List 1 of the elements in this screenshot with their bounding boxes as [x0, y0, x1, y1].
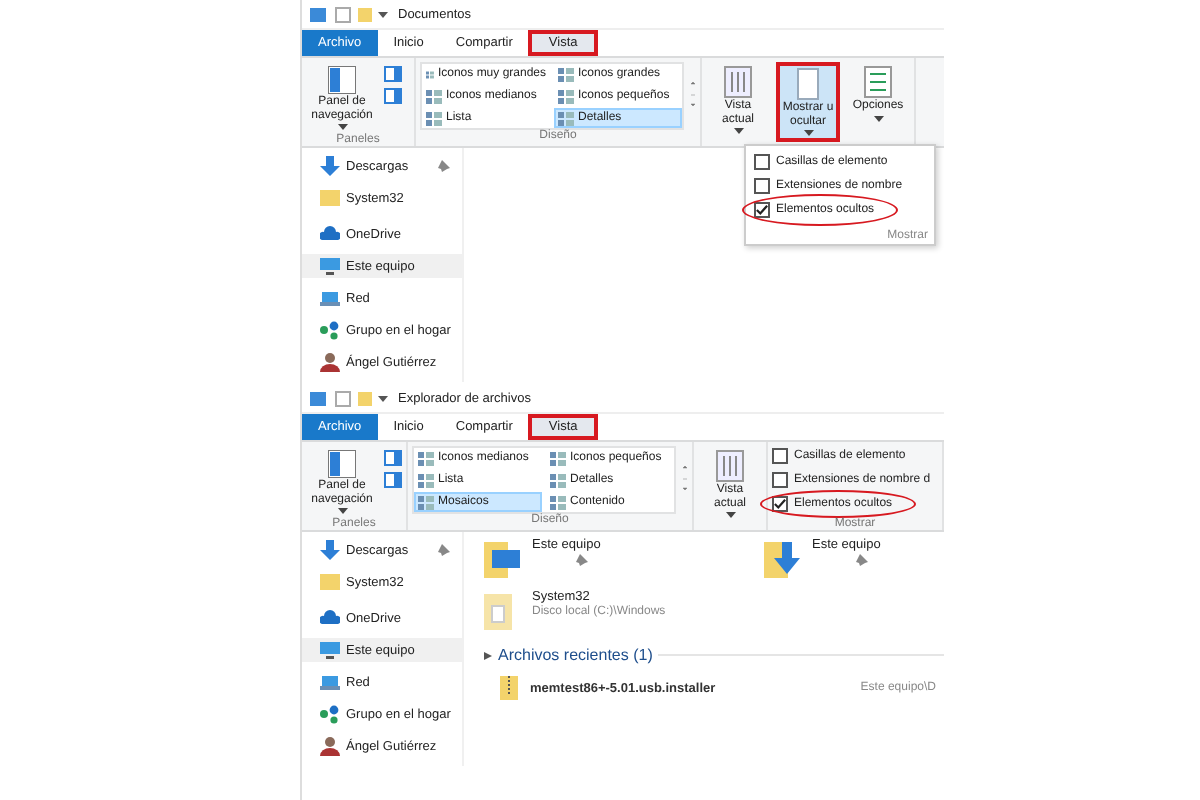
section-heading[interactable]: Archivos recientes (1)	[498, 646, 653, 664]
